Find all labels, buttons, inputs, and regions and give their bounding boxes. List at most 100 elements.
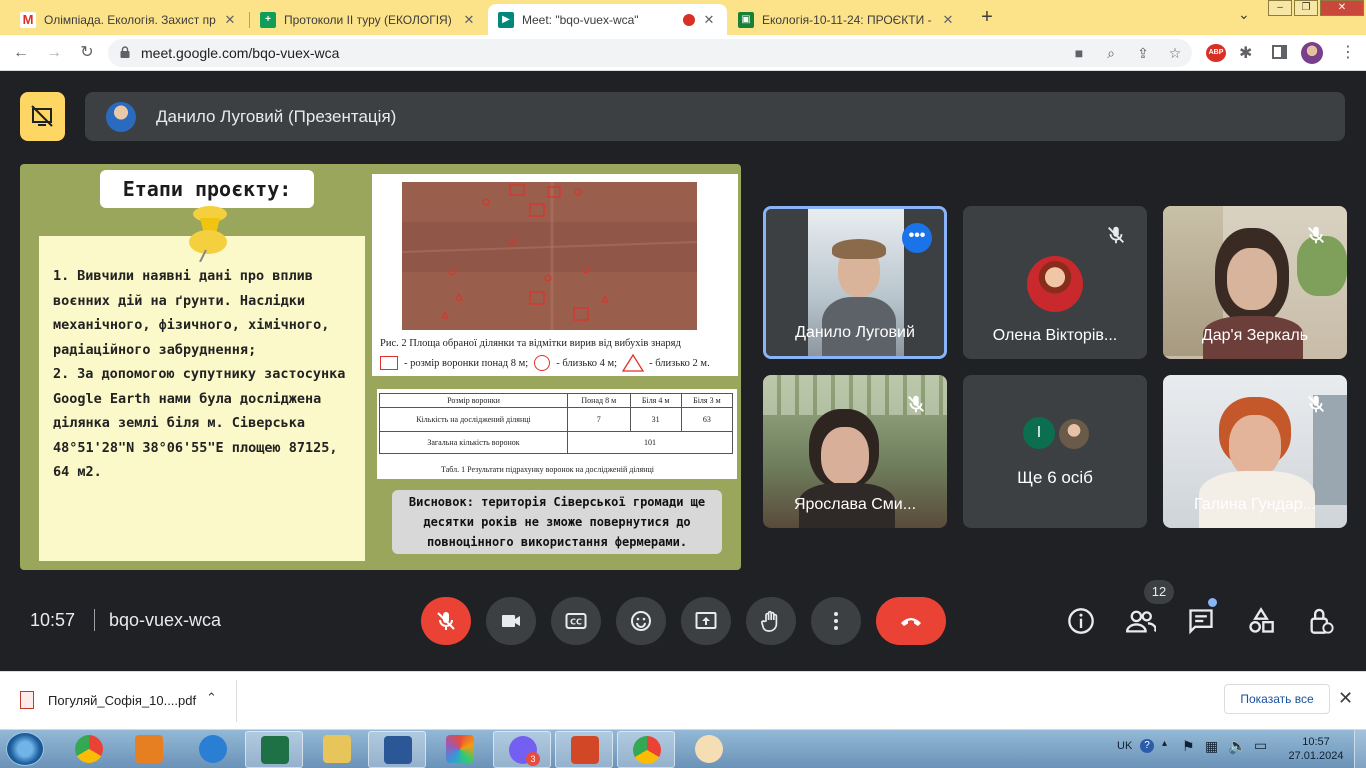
download-file-name[interactable]: Погуляй_Софія_10....pdf	[48, 693, 196, 708]
taskbar-word[interactable]	[368, 731, 426, 768]
menu-kebab-icon[interactable]: ⋮	[1340, 42, 1356, 62]
taskbar-paint[interactable]	[680, 731, 738, 768]
more-vert-icon	[834, 612, 838, 630]
activities-button[interactable]	[1246, 604, 1276, 638]
tab-title: Екологія-10-11-24: ПРОЄКТИ - G	[762, 12, 934, 27]
pushpin-icon	[189, 206, 227, 262]
tab-gmail[interactable]: M Олімпіада. Екологія. Захист про ✕	[10, 4, 248, 35]
notification-badge: 3	[526, 752, 540, 766]
side-panel-icon[interactable]	[1272, 45, 1287, 59]
taskbar-chrome-active[interactable]	[617, 731, 675, 768]
tab-search-icon[interactable]: ⌄	[1238, 6, 1250, 23]
close-tab-icon[interactable]: ✕	[701, 12, 717, 28]
minimize-button[interactable]: ‒	[1268, 0, 1292, 16]
captions-button[interactable]: CC	[551, 597, 601, 645]
new-tab-button[interactable]: +	[976, 6, 998, 29]
participant-tile[interactable]: Галина Гундар...	[1163, 375, 1347, 528]
taskbar-ie[interactable]	[184, 731, 242, 768]
sticky-note: 1. Вивчили наявні дані про вплив воєнних…	[39, 236, 365, 561]
taskbar-photos[interactable]	[431, 731, 489, 768]
language-indicator[interactable]: UK	[1117, 740, 1132, 752]
back-icon[interactable]: ←	[9, 41, 33, 65]
bookmark-star-icon[interactable]: ☆	[1166, 44, 1184, 62]
meeting-info-button[interactable]	[1066, 604, 1096, 638]
classroom-icon: ▣	[738, 11, 754, 28]
participant-name: Галина Гундар...	[1193, 496, 1316, 513]
more-participants-tile[interactable]: І Ще 6 осіб	[963, 375, 1147, 528]
close-tab-icon[interactable]: ✕	[461, 12, 477, 28]
zoom-icon[interactable]: ⌕	[1102, 44, 1120, 62]
taskbar-viber[interactable]: 3	[493, 731, 551, 768]
flag-icon[interactable]: ⚑	[1182, 738, 1195, 755]
end-call-icon	[901, 618, 921, 626]
tab-title: Олімпіада. Екологія. Захист про	[44, 12, 216, 27]
camera-in-use-icon[interactable]: ■	[1070, 44, 1088, 62]
close-downloads-icon[interactable]: ✕	[1338, 688, 1353, 709]
participant-tile[interactable]: ••• Данило Луговий	[763, 206, 947, 359]
host-controls-button[interactable]	[1306, 604, 1336, 638]
extensions-icon[interactable]: ✱	[1239, 43, 1252, 63]
close-window-button[interactable]: ✕	[1320, 0, 1364, 16]
people-button[interactable]	[1126, 604, 1156, 638]
participant-avatar	[1057, 417, 1091, 451]
participant-tile[interactable]: Ярослава Сми...	[763, 375, 947, 528]
close-tab-icon[interactable]: ✕	[222, 12, 238, 28]
emoji-icon	[631, 611, 651, 631]
conclusion-text: Висновок: територія Сіверської громади щ…	[392, 490, 722, 554]
tray-expand-icon[interactable]: ▴	[1162, 738, 1167, 749]
meet-icon: ▶	[498, 11, 514, 28]
reload-icon[interactable]: ↻	[75, 41, 99, 65]
show-all-button[interactable]: Показать все	[1224, 684, 1330, 714]
mic-off-icon	[1108, 226, 1124, 244]
more-options-button[interactable]	[811, 597, 861, 645]
power-icon[interactable]: ▭	[1254, 737, 1267, 754]
close-tab-icon[interactable]: ✕	[940, 12, 956, 28]
browser-tab-strip: M Олімпіада. Екологія. Захист про ✕ + Пр…	[0, 0, 1366, 35]
more-options-icon[interactable]: •••	[902, 223, 932, 253]
presenter-bar: Данило Луговий (Презентація)	[85, 92, 1345, 141]
presentation-toggle-button[interactable]	[20, 92, 65, 141]
clock-time: 10:57	[1302, 736, 1330, 748]
address-bar[interactable]: meet.google.com/bqo-vuex-wca ■ ⌕ ⇪ ☆	[108, 39, 1192, 67]
table-header: Біля 4 м	[629, 393, 682, 408]
mic-off-icon	[437, 612, 455, 630]
participant-tile[interactable]: Олена Вікторів...	[963, 206, 1147, 359]
table-cell: 63	[680, 407, 734, 432]
taskbar-media-player[interactable]	[120, 731, 178, 768]
tab-classroom[interactable]: ▣ Екологія-10-11-24: ПРОЄКТИ - G ✕	[728, 4, 966, 35]
sheets-icon: +	[260, 11, 276, 28]
figure-legend: - розмір воронки понад 8 м; - близько 4 …	[380, 354, 710, 372]
taskbar-explorer[interactable]	[308, 731, 366, 768]
camera-toggle-button[interactable]	[486, 597, 536, 645]
tab-sheets[interactable]: + Протоколи ІІ туру (ЕКОЛОГІЯ) 20 ✕	[250, 4, 487, 35]
taskbar-excel[interactable]	[245, 731, 303, 768]
leave-call-button[interactable]	[876, 597, 946, 645]
mic-off-icon	[1308, 226, 1324, 244]
raise-hand-button[interactable]	[746, 597, 796, 645]
participant-tile[interactable]: Дар'я Зеркаль	[1163, 206, 1347, 359]
maximize-button[interactable]: ❐	[1294, 0, 1318, 16]
taskbar-powerpoint[interactable]	[555, 731, 613, 768]
show-desktop-button[interactable]	[1354, 730, 1366, 768]
help-icon[interactable]: ?	[1140, 739, 1154, 753]
chevron-up-icon[interactable]: ⌃	[206, 690, 217, 706]
lock-icon[interactable]	[120, 46, 130, 58]
network-icon[interactable]: ▦	[1205, 738, 1218, 755]
taskbar-chrome[interactable]	[60, 731, 118, 768]
forward-icon[interactable]: →	[42, 41, 66, 65]
chat-icon	[1189, 609, 1213, 635]
profile-avatar[interactable]	[1301, 42, 1323, 64]
table-header: Понад 8 м	[567, 393, 631, 408]
adblock-icon[interactable]: ABP	[1206, 44, 1226, 62]
table-caption: Табл. 1 Результати підрахунку воронок на…	[441, 465, 654, 474]
svg-text:CC: CC	[570, 618, 582, 627]
share-icon[interactable]: ⇪	[1134, 44, 1152, 62]
system-clock[interactable]: 10:57 27.01.2024	[1286, 735, 1346, 763]
tab-meet[interactable]: ▶ Meet: "bqo-vuex-wca" ✕	[488, 4, 727, 35]
volume-icon[interactable]: 🔈	[1228, 737, 1247, 755]
start-button[interactable]	[6, 732, 44, 766]
reactions-button[interactable]	[616, 597, 666, 645]
chat-button[interactable]	[1186, 604, 1216, 638]
mic-toggle-button[interactable]	[421, 597, 471, 645]
present-screen-button[interactable]	[681, 597, 731, 645]
